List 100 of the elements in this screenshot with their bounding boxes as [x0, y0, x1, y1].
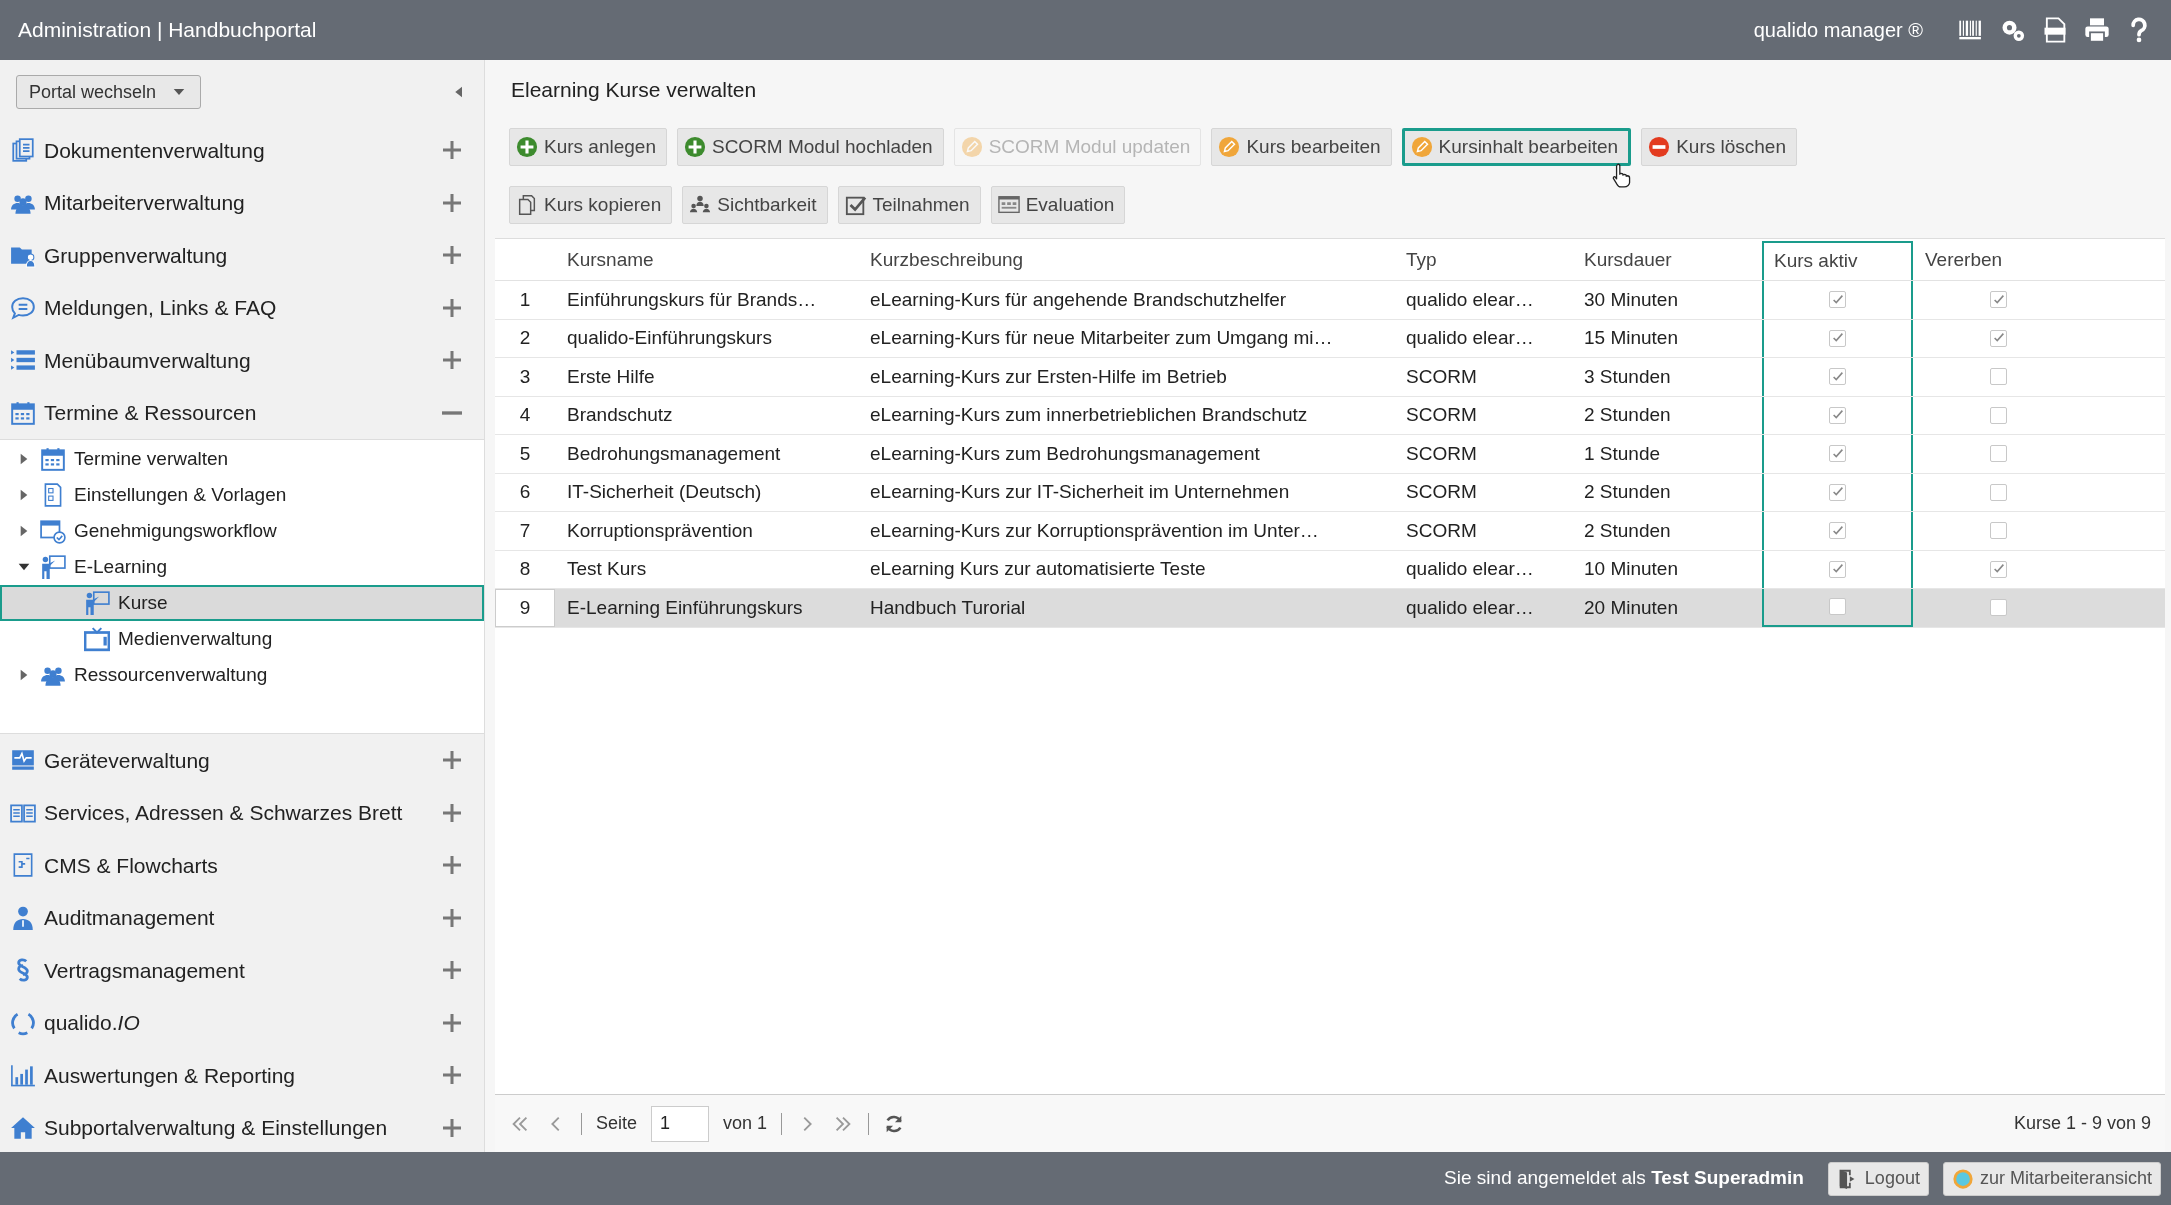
table-cell-text: 3 Stunden — [1583, 364, 1672, 389]
column-header[interactable]: Kursname — [555, 241, 858, 280]
tree-item[interactable]: Genehmigungsworkflow — [0, 513, 484, 549]
table-row[interactable]: 1 Einführungskurs für Brands… eLearning-Kurs für angehende Brandschutzhelfer qualido elear… 30 Minuten — [495, 281, 2165, 320]
checkbox[interactable] — [1990, 483, 2007, 501]
print-button[interactable] — [2083, 16, 2111, 44]
record-count: Kurse 1 - 9 von 9 — [2013, 1112, 2151, 1135]
column-header[interactable]: Kursdauer — [1572, 241, 1762, 280]
table-cell-text: Handbuch Turorial — [869, 595, 1027, 620]
sidebar-menu-item[interactable]: Auditmanagement — [0, 891, 484, 944]
row-number: 4 — [518, 403, 532, 427]
column-header[interactable]: Vererben — [1913, 241, 2148, 280]
checkbox[interactable] — [1829, 445, 1846, 463]
sidebar-menu-item[interactable]: Vertragsmanagement — [0, 944, 484, 997]
checkbox[interactable] — [1990, 406, 2007, 424]
checkbox[interactable] — [1829, 598, 1846, 616]
footer-button[interactable]: zur Mitarbeiteransicht — [1942, 1161, 2161, 1196]
table-row[interactable]: 8 Test Kurs eLearning Kurs zur automatisierte Teste qualido elear… 10 Minuten — [495, 550, 2165, 589]
table-cell-text: qualido elear… — [1405, 326, 1535, 350]
checkbox[interactable] — [1990, 291, 2007, 309]
table-cell-text: eLearning-Kurs zum Bedrohungsmanagement — [869, 441, 1261, 466]
sidebar-menu-item[interactable]: Termine & Ressourcen — [0, 386, 484, 439]
tree-item[interactable]: Medienverwaltung — [0, 621, 484, 657]
product-name: qualido manager ® — [1753, 18, 1923, 43]
bar-chart-icon — [10, 1062, 36, 1089]
sidebar-menu-item[interactable]: Subportalverwaltung & Einstellungen — [0, 1101, 484, 1154]
tree-item[interactable]: Kurse — [0, 585, 484, 621]
checkbox[interactable] — [1990, 599, 2007, 617]
login-status: Sie sind angemeldet als Test Superadmin — [1444, 1166, 1804, 1191]
calendar-check-icon — [40, 518, 66, 544]
table-cell-text: Brandschutz — [566, 403, 674, 427]
row-number: 6 — [518, 480, 532, 504]
sidebar-menu-item[interactable]: Menübaumverwaltung — [0, 334, 484, 387]
row-number: 7 — [518, 518, 532, 543]
toolbar-button[interactable]: Kurs kopieren — [509, 186, 673, 224]
page-input[interactable]: 1 — [651, 1105, 710, 1142]
checkbox[interactable] — [1990, 560, 2007, 578]
table-cell-text: Korruptionsprävention — [566, 518, 754, 543]
toolbar-button[interactable]: Kurs löschen — [1641, 128, 1797, 166]
table-row[interactable]: 4 Brandschutz eLearning-Kurs zum innerbetrieblichen Brandschutz SCORM 2 Stunden — [495, 396, 2165, 435]
sidebar-menu-item[interactable]: Dokumentenverwaltung — [0, 124, 484, 177]
teacher-board-icon — [84, 590, 110, 616]
sidebar-menu-item[interactable]: Auswertungen & Reporting — [0, 1049, 484, 1102]
table-cell-text: qualido-Einführungskurs — [566, 326, 773, 350]
table-row[interactable]: 2 qualido-Einführungskurs eLearning-Kurs für neue Mitarbeiter zum Umgang mi… qualido elear… 15 Minuten — [495, 319, 2165, 358]
toolbar-button[interactable]: Kursinhalt bearbeiten — [1401, 128, 1632, 166]
checkbox[interactable] — [1829, 483, 1846, 501]
sidebar-menu-item[interactable]: Gruppenverwaltung — [0, 229, 484, 282]
checkbox[interactable] — [1829, 406, 1846, 424]
sidebar-menu-item[interactable]: Mitarbeiterverwaltung — [0, 176, 484, 229]
calendar-icon — [10, 399, 36, 426]
tree-item[interactable]: Ressourcenverwaltung — [0, 657, 484, 693]
sidebar-menu-item[interactable]: Services, Adressen & Schwarzes Brett — [0, 786, 484, 839]
sidebar-menu-item[interactable]: Meldungen, Links & FAQ — [0, 281, 484, 334]
sidebar-menu-item[interactable]: CMS & Flowcharts — [0, 839, 484, 892]
table-row[interactable]: 9 E-Learning Einführungskurs Handbuch Turorial qualido elear… 20 Minuten — [495, 589, 2165, 628]
documents-icon — [10, 137, 36, 164]
table-cell-text: qualido elear… — [1405, 595, 1535, 620]
checkbox[interactable] — [1990, 522, 2007, 540]
checkbox[interactable] — [1990, 329, 2007, 347]
table-row[interactable]: 7 Korruptionsprävention eLearning-Kurs zur Korruptionsprävention im Unter… SCORM 2 Stunden — [495, 512, 2165, 551]
tree-item[interactable]: E-Learning — [0, 549, 484, 585]
row-number: 3 — [518, 364, 532, 389]
checkbox[interactable] — [1990, 368, 2007, 386]
toolbar-button[interactable]: Evaluation — [990, 186, 1126, 224]
table-row[interactable]: 5 Bedrohungsmanagement eLearning-Kurs zum Bedrohungsmanagement SCORM 1 Stunde — [495, 435, 2165, 474]
portal-select[interactable]: Portal wechseln — [16, 75, 202, 109]
checkmark-icon — [1830, 523, 1845, 538]
app-title: Administration | Handbuchportal — [18, 17, 317, 44]
tree-item[interactable]: Einstellungen & Vorlagen — [0, 477, 484, 513]
table-cell-text: IT-Sicherheit (Deutsch) — [566, 480, 763, 504]
checkbox[interactable] — [1829, 329, 1846, 347]
table-cell-text: Test Kurs — [566, 557, 648, 581]
footer-button[interactable]: Logout — [1827, 1161, 1929, 1196]
sidebar-menu-item[interactable]: qualido.IO — [0, 996, 484, 1049]
checkbox[interactable] — [1829, 291, 1846, 309]
checkbox-icon — [844, 194, 867, 216]
table-cell-text: SCORM — [1405, 364, 1478, 389]
column-header[interactable]: Typ — [1394, 241, 1572, 280]
toolbar-button[interactable]: Sichtbarkeit — [682, 186, 828, 224]
table-row[interactable]: 3 Erste Hilfe eLearning-Kurs zur Ersten-Hilfe im Betrieb SCORM 3 Stunden — [495, 358, 2165, 397]
table-cell-text: 2 Stunden — [1583, 518, 1672, 543]
tree-item[interactable]: Termine verwalten — [0, 441, 484, 477]
toolbar-button[interactable]: Teilnahmen — [837, 186, 981, 224]
person-tie-icon — [10, 904, 36, 931]
column-header[interactable]: Kurzbeschreibung — [858, 241, 1394, 280]
checkbox[interactable] — [1829, 522, 1846, 540]
checkbox[interactable] — [1990, 445, 2007, 463]
toolbar-button[interactable]: SCORM Modul hochladen — [676, 128, 944, 166]
toolbar-button[interactable]: Kurs bearbeiten — [1211, 128, 1392, 166]
table-row[interactable]: 6 IT-Sicherheit (Deutsch) eLearning-Kurs zur IT-Sicherheit im Unternehmen SCORM 2 Stunden — [495, 473, 2165, 512]
row-number: 9 — [495, 589, 555, 627]
toolbar-button[interactable]: Kurs anlegen — [509, 128, 667, 166]
table-cell-text: eLearning-Kurs zum innerbetrieblichen Brandschutz — [869, 403, 1309, 427]
table-cell-text: eLearning-Kurs zur Korruptionsprävention im Unter… — [869, 518, 1320, 543]
checkbox[interactable] — [1829, 560, 1846, 578]
row-number: 2 — [518, 326, 532, 350]
checkbox[interactable] — [1829, 368, 1846, 386]
sidebar-menu-item[interactable]: Geräteverwaltung — [0, 734, 484, 787]
table-cell-text: Einführungskurs für Brands… — [566, 287, 818, 312]
